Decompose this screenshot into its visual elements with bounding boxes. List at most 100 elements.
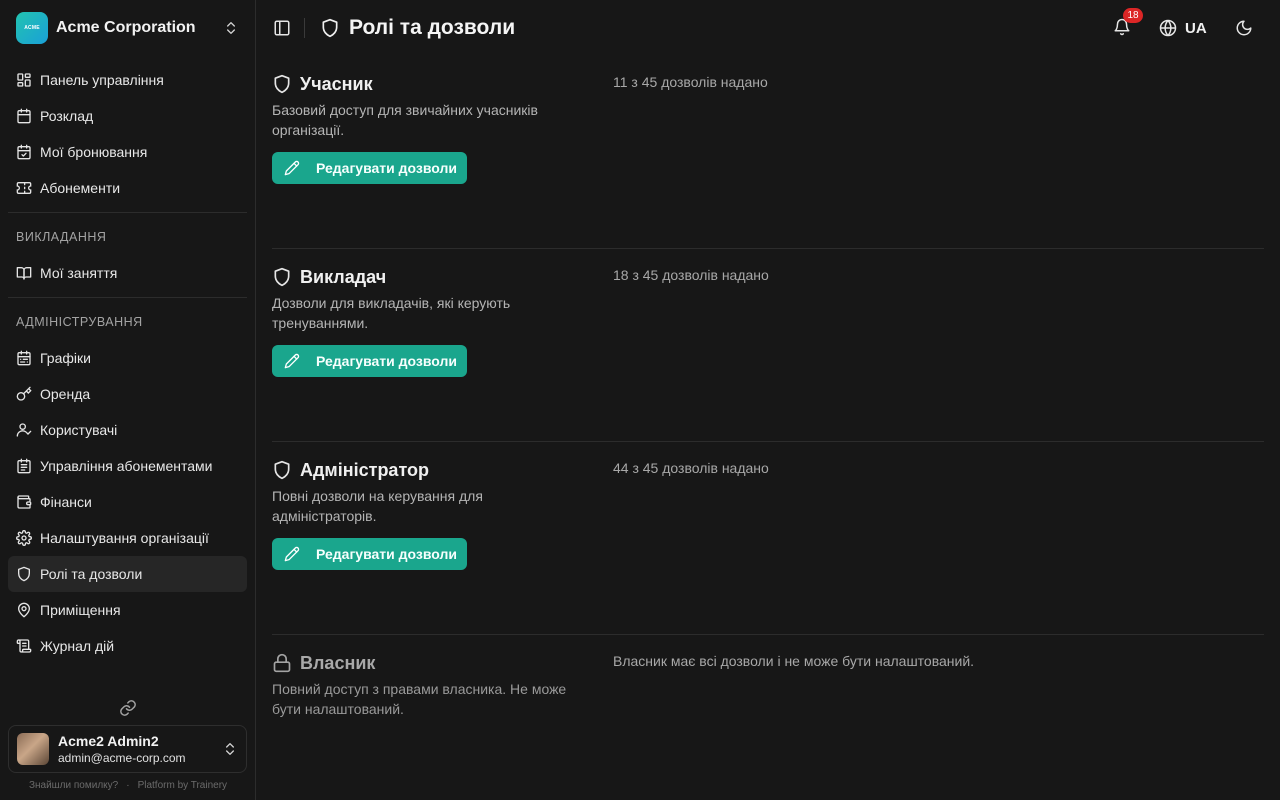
divider xyxy=(8,212,247,213)
calendar-check-icon xyxy=(17,144,31,160)
footer-separator: · xyxy=(126,779,130,791)
sidebar-item-schedule[interactable]: Розклад xyxy=(8,98,247,134)
chevrons-up-down-icon xyxy=(227,22,235,34)
role-description: Повні дозволи на керування для адміністр… xyxy=(272,488,483,524)
sidebar-nav: Панель управління Розклад Мої бронювання… xyxy=(8,62,247,664)
gear-icon xyxy=(16,530,32,546)
nav-group-teaching: ВИКЛАДАННЯ xyxy=(16,230,107,244)
role-name: Викладач xyxy=(300,266,387,287)
sidebar: ACME Acme Corporation Панель управління … xyxy=(0,0,256,800)
dashboard-icon xyxy=(17,73,31,87)
sidebar-item-label: Панель управління xyxy=(40,72,164,88)
sidebar-item-timetables[interactable]: Графіки xyxy=(8,340,247,376)
language-switcher[interactable]: UA xyxy=(1159,18,1207,38)
sidebar-item-label: Налаштування організації xyxy=(40,530,209,546)
sidebar-item-premises[interactable]: Приміщення xyxy=(8,592,247,628)
roles-list: Учасник Базовий доступ для звичайних уча… xyxy=(272,56,1264,800)
shield-icon xyxy=(274,460,290,480)
role-permission-count: 44 з 45 дозволів надано xyxy=(613,460,769,476)
role-permission-count: 18 з 45 дозволів надано xyxy=(613,267,769,283)
sidebar-item-label: Приміщення xyxy=(40,602,121,618)
moon-icon[interactable] xyxy=(1235,19,1253,37)
divider xyxy=(304,18,305,38)
role-description: Дозволи для викладачів, які керують трен… xyxy=(272,295,511,331)
sidebar-item-label: Абонементи xyxy=(40,180,121,196)
shield-icon xyxy=(274,267,290,287)
sidebar-item-org-settings[interactable]: Налаштування організації xyxy=(8,520,247,556)
sidebar-item-label: Ролі та дозволи xyxy=(40,566,143,582)
ticket-icon xyxy=(16,182,32,194)
org-name: Acme Corporation xyxy=(56,19,196,36)
role-header: Власник xyxy=(272,652,375,674)
pencil-icon xyxy=(284,160,300,176)
sidebar-item-my-bookings[interactable]: Мої бронювання xyxy=(8,134,247,170)
edit-permissions-button[interactable]: Редагувати дозволи xyxy=(272,345,467,377)
scroll-icon xyxy=(16,639,32,653)
sidebar-item-label: Оренда xyxy=(40,386,91,402)
avatar xyxy=(17,733,49,765)
sidebar-item-label: Управління абонементами xyxy=(40,458,213,474)
main-content: Ролі та дозволи 18 UA Учасник Базовий до… xyxy=(256,0,1280,800)
sidebar-item-rentals[interactable]: Оренда xyxy=(8,376,247,412)
report-bug-link[interactable]: Знайшли помилку? xyxy=(29,780,118,791)
sidebar-item-users[interactable]: Користувачі xyxy=(8,412,247,448)
edit-permissions-button[interactable]: Редагувати дозволи xyxy=(272,538,467,570)
sidebar-item-dashboard[interactable]: Панель управління xyxy=(8,62,247,98)
pencil-icon xyxy=(284,546,300,562)
edit-permissions-button[interactable]: Редагувати дозволи xyxy=(272,152,467,184)
calendar-range-icon xyxy=(17,350,31,366)
sidebar-item-memberships[interactable]: Абонементи xyxy=(8,170,247,206)
link-icon[interactable] xyxy=(119,699,137,717)
role-header: Адміністратор xyxy=(272,459,429,481)
page-title: Ролі та дозволи xyxy=(349,16,516,39)
wallet-icon xyxy=(17,495,32,509)
role-permission-count: Власник має всі дозволи і не може бути н… xyxy=(613,653,975,669)
sidebar-item-label: Фінанси xyxy=(40,494,92,510)
divider xyxy=(8,297,247,298)
sidebar-item-label: Графіки xyxy=(40,350,91,366)
book-open-icon xyxy=(16,267,32,280)
role-header: Викладач xyxy=(272,266,386,288)
user-menu[interactable]: Acme2 Admin2 admin@acme-corp.com xyxy=(8,725,247,773)
page-header: Ролі та дозволи xyxy=(320,14,515,42)
pencil-icon xyxy=(284,353,300,369)
sidebar-item-membership-management[interactable]: Управління абонементами xyxy=(8,448,247,484)
globe-icon xyxy=(1159,19,1177,37)
sidebar-item-label: Мої заняття xyxy=(40,265,118,281)
shield-icon xyxy=(18,566,30,582)
edit-permissions-label: Редагувати дозволи xyxy=(316,160,457,176)
sidebar-item-label: Журнал дій xyxy=(40,638,115,654)
language-label: UA xyxy=(1185,19,1207,37)
shield-icon xyxy=(322,18,338,38)
shield-icon xyxy=(274,74,290,94)
role-description: Базовий доступ для звичайних учасників о… xyxy=(272,102,538,138)
map-pin-icon xyxy=(17,602,31,618)
edit-permissions-label: Редагувати дозволи xyxy=(316,546,457,562)
sidebar-item-roles-permissions[interactable]: Ролі та дозволи xyxy=(8,556,247,592)
lock-icon xyxy=(273,653,291,673)
sidebar-toggle-icon[interactable] xyxy=(273,19,291,37)
role-permission-count: 11 з 45 дозволів надано xyxy=(613,74,768,90)
sidebar-item-finance[interactable]: Фінанси xyxy=(8,484,247,520)
role-card-member: Учасник Базовий доступ для звичайних уча… xyxy=(272,56,1264,249)
user-email: admin@acme-corp.com xyxy=(58,750,186,765)
role-card-owner: Власник Повний доступ з правами власника… xyxy=(272,635,1264,800)
role-card-teacher: Викладач Дозволи для викладачів, які кер… xyxy=(272,249,1264,442)
role-name: Власник xyxy=(300,652,376,673)
app: ACME Acme Corporation Панель управління … xyxy=(0,0,1280,800)
sidebar-item-label: Мої бронювання xyxy=(40,144,148,160)
user-name: Acme2 Admin2 xyxy=(58,732,159,749)
sidebar-item-activity-log[interactable]: Журнал дій xyxy=(8,628,247,664)
calendar-icon xyxy=(17,108,31,124)
chevrons-up-down-icon xyxy=(226,743,234,755)
list-icon xyxy=(17,458,31,474)
role-header: Учасник xyxy=(272,73,373,95)
org-switcher[interactable]: ACME Acme Corporation xyxy=(8,8,247,48)
nav-group-admin: АДМІНІСТРУВАННЯ xyxy=(16,315,143,329)
platform-link[interactable]: Platform by Trainery xyxy=(138,780,227,791)
topbar: Ролі та дозволи 18 UA xyxy=(256,0,1280,56)
sidebar-item-label: Розклад xyxy=(40,108,94,124)
sidebar-footer: Знайшли помилку? · Platform by Trainery xyxy=(0,778,256,792)
role-name: Учасник xyxy=(300,73,373,94)
sidebar-item-my-classes[interactable]: Мої заняття xyxy=(8,255,247,291)
